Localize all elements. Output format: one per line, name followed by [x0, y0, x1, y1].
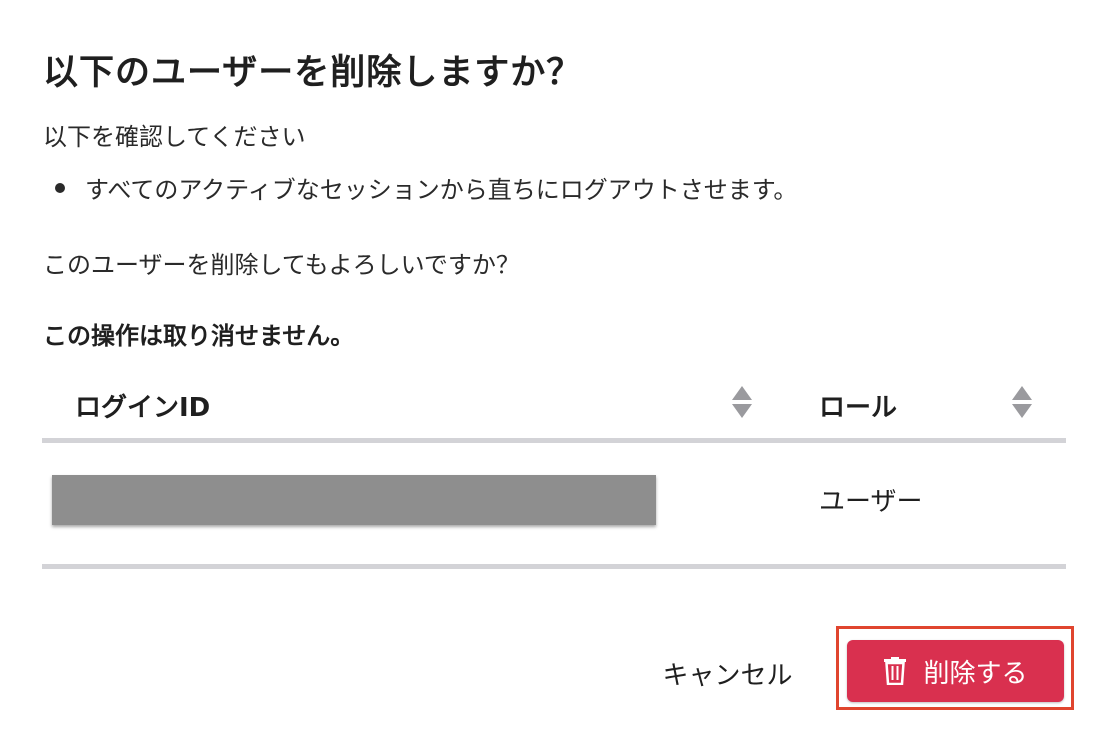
- sort-icon[interactable]: [732, 386, 752, 420]
- column-header-role[interactable]: ロール: [819, 387, 897, 424]
- confirm-question: このユーザーを削除してもよろしいですか？: [43, 251, 520, 279]
- sort-icon[interactable]: [1012, 386, 1032, 420]
- sort-descending-icon: [732, 404, 752, 418]
- table-header: ログインID ロール: [42, 370, 1066, 443]
- dialog-intro: 以下を確認してください: [43, 123, 306, 151]
- sort-ascending-icon: [732, 386, 752, 400]
- trash-icon: [884, 657, 907, 685]
- user-table: ログインID ロール ユーザー: [42, 370, 1066, 569]
- irreversible-warning: この操作は取り消せません。: [43, 322, 355, 350]
- cancel-button[interactable]: キャンセル: [640, 648, 815, 698]
- list-item-text: すべてのアクティブなセッションから直ちにログアウトさせます。: [85, 176, 798, 204]
- column-header-login-id[interactable]: ログインID: [75, 387, 210, 424]
- table-row: ユーザー: [42, 443, 1066, 569]
- delete-button[interactable]: 削除する: [847, 640, 1064, 702]
- consequence-list: すべてのアクティブなセッションから直ちにログアウトさせます。: [43, 170, 797, 205]
- sort-descending-icon: [1012, 404, 1032, 418]
- delete-button-label: 削除する: [923, 658, 1028, 689]
- role-cell: ユーザー: [819, 487, 923, 517]
- delete-user-dialog: 以下のユーザーを削除しますか？ 以下を確認してください すべてのアクティブなセッ…: [0, 0, 1100, 738]
- redacted-login-id: [52, 475, 656, 525]
- dialog-title: 以下のユーザーを削除しますか？: [43, 53, 583, 93]
- bullet-icon: [55, 182, 65, 193]
- list-item: すべてのアクティブなセッションから直ちにログアウトさせます。: [43, 170, 797, 205]
- sort-ascending-icon: [1012, 386, 1032, 400]
